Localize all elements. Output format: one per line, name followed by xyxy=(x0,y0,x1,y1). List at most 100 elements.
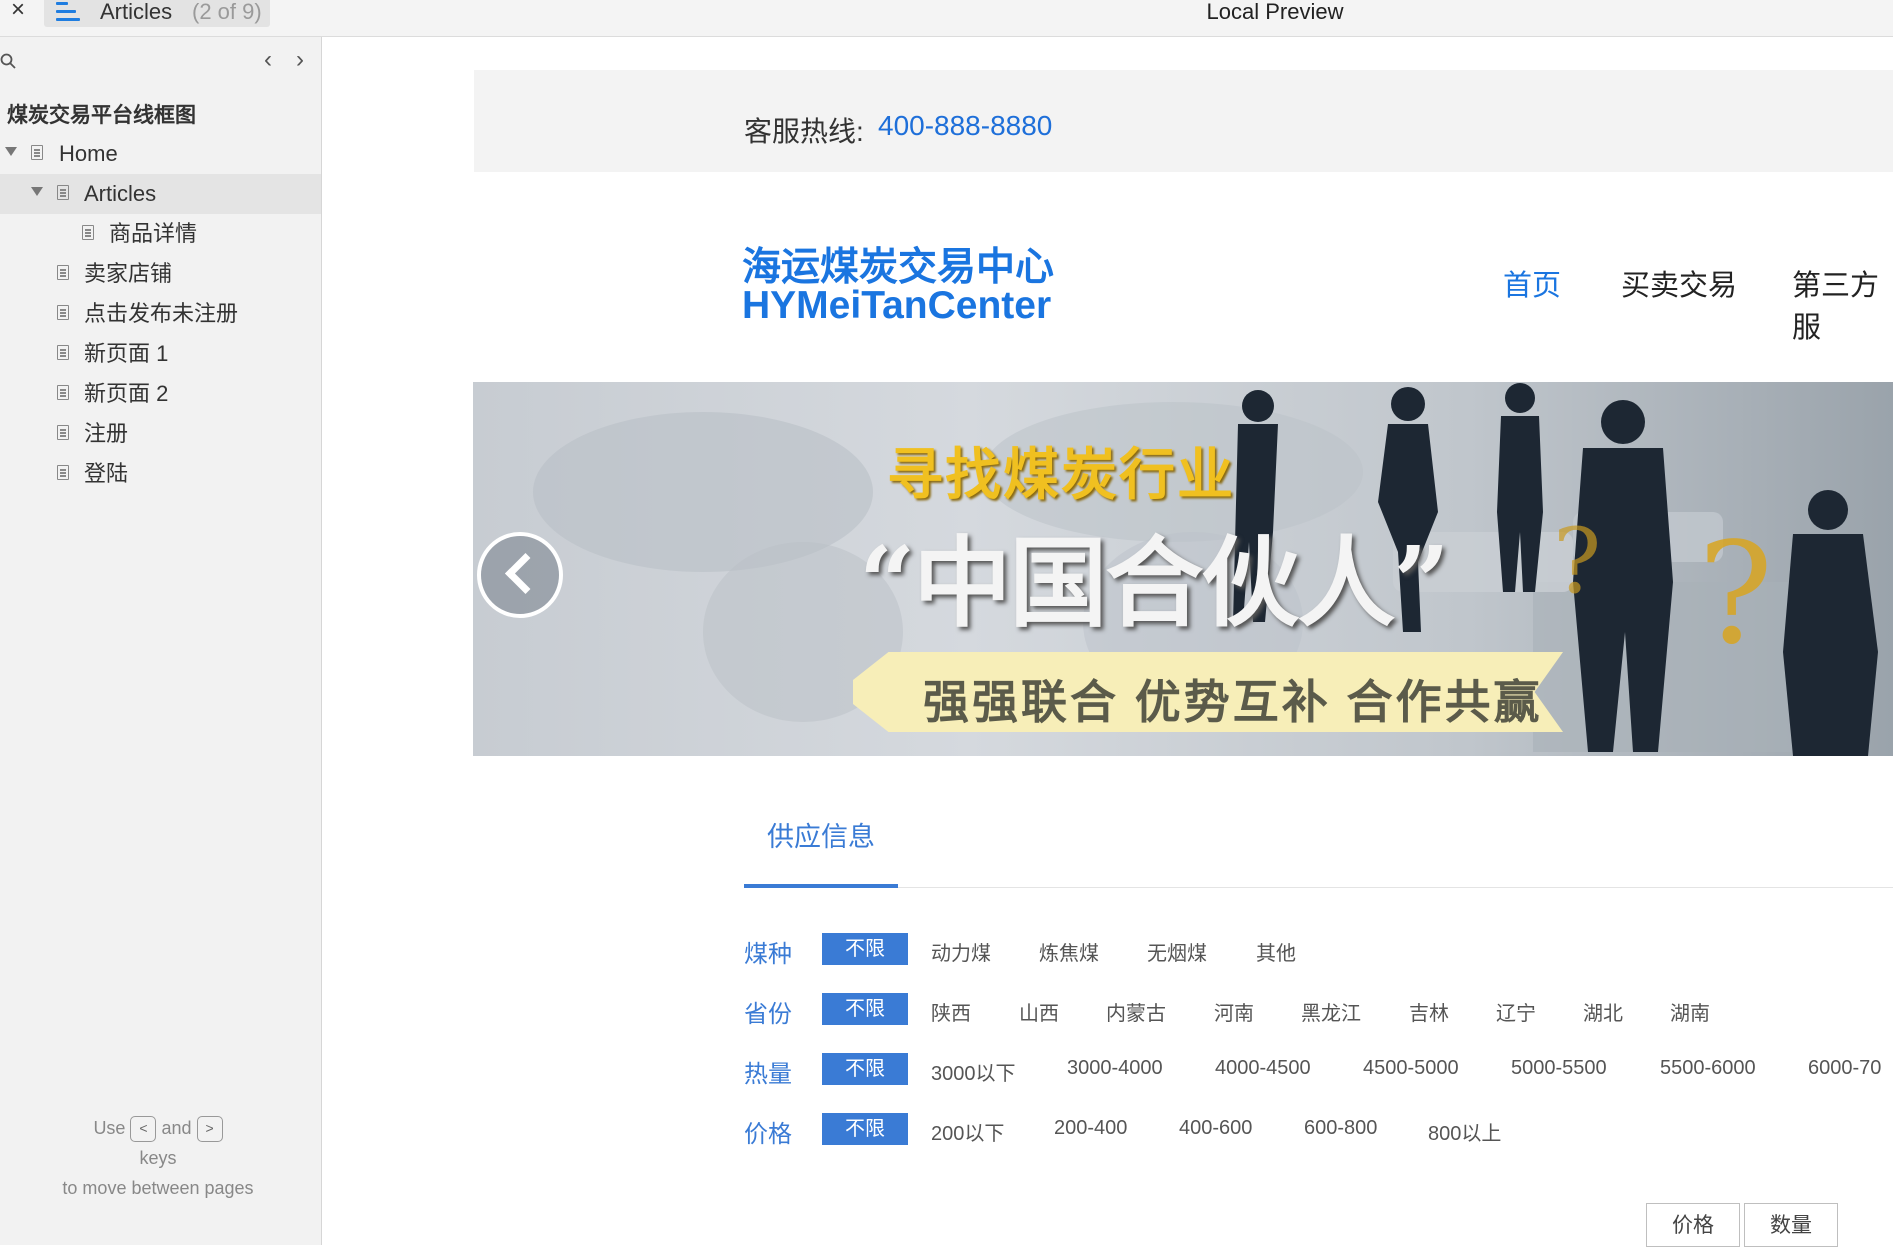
hotline-number[interactable]: 400-888-8880 xyxy=(878,110,1052,142)
banner-headline: 寻找煤炭行业 xyxy=(887,442,1235,508)
sort-by-quantity-button[interactable]: 数量 xyxy=(1744,1203,1838,1247)
filter-option[interactable]: 炼焦煤 xyxy=(1039,937,1099,966)
tree-item-publish-unregistered[interactable]: 点击发布未注册 xyxy=(0,294,321,334)
hotline-label: 客服热线: xyxy=(744,116,864,147)
tab-supply-info[interactable]: 供应信息 xyxy=(767,815,875,854)
filter-option[interactable]: 湖北 xyxy=(1583,997,1623,1026)
svg-text:?: ? xyxy=(1553,509,1601,614)
filter-option[interactable]: 4500-5000 xyxy=(1363,1057,1459,1080)
filter-option[interactable]: 黑龙江 xyxy=(1301,997,1361,1026)
tab-count: (2 of 9) xyxy=(192,0,262,24)
page-icon xyxy=(57,385,69,400)
brand-name-en[interactable]: HYMeiTanCenter xyxy=(742,284,1051,328)
filter-label: 价格 xyxy=(744,1121,792,1148)
left-key-icon: < xyxy=(130,1116,157,1143)
filter-option[interactable]: 4000-4500 xyxy=(1215,1057,1311,1080)
page-icon xyxy=(57,305,69,320)
hint-rest-text: to move between pages xyxy=(62,1178,254,1198)
filter-option[interactable]: 陕西 xyxy=(931,997,971,1026)
filter-all-button[interactable]: 不限 xyxy=(822,1113,908,1145)
filter-row-price: 价格 不限 200以下 200-400 400-600 600-800 800以… xyxy=(744,1113,1893,1148)
page-icon xyxy=(57,265,69,280)
filter-option[interactable]: 山西 xyxy=(1019,997,1059,1026)
filter-option[interactable]: 800以上 xyxy=(1428,1117,1501,1146)
sidebar: ‹ › 煤炭交易平台线框图 Home Articles 商品详情 卖家店铺 点击… xyxy=(0,37,322,1245)
tree-item-new-page-2[interactable]: 新页面 2 xyxy=(0,374,321,414)
filter-all-button[interactable]: 不限 xyxy=(822,1053,908,1085)
filter-row-coal-type: 煤种 不限 动力煤 炼焦煤 无烟煤 其他 xyxy=(744,933,1893,968)
page-icon xyxy=(31,145,43,160)
page-icon xyxy=(82,225,94,240)
tree-item-product-detail[interactable]: 商品详情 xyxy=(0,214,321,254)
page-tab[interactable]: Articles (2 of 9) xyxy=(44,0,270,27)
page-icon xyxy=(57,345,69,360)
tree-item-home[interactable]: Home xyxy=(0,134,321,174)
tree-item-label: Articles xyxy=(84,181,157,206)
tree-item-seller-shop[interactable]: 卖家店铺 xyxy=(0,254,321,294)
window-title: Local Preview xyxy=(1206,0,1344,24)
tree-item-register[interactable]: 注册 xyxy=(0,414,321,454)
page-icon xyxy=(57,425,69,440)
filter-option[interactable]: 5000-5500 xyxy=(1511,1057,1607,1080)
close-icon[interactable]: × xyxy=(6,0,30,24)
hint-keys-text: keys xyxy=(139,1148,177,1168)
filter-option[interactable]: 200以下 xyxy=(931,1117,1004,1146)
filter-option[interactable]: 200-400 xyxy=(1054,1117,1127,1140)
filter-option[interactable]: 动力煤 xyxy=(931,937,991,966)
filter-option[interactable]: 吉林 xyxy=(1409,997,1449,1026)
svg-text:?: ? xyxy=(1698,513,1773,676)
filter-option[interactable]: 无烟煤 xyxy=(1147,937,1207,966)
filter-option[interactable]: 6000-70 xyxy=(1808,1057,1881,1080)
chevron-left-icon xyxy=(504,552,547,595)
project-title: 煤炭交易平台线框图 xyxy=(7,104,196,127)
filter-option[interactable]: 其他 xyxy=(1256,937,1296,966)
caret-down-icon[interactable] xyxy=(31,187,43,196)
hero-banner[interactable]: ? ? 寻找煤炭行业 “中国合伙人” 强强联合 优势互补 合作共赢 xyxy=(473,382,1893,756)
page-icon xyxy=(57,465,69,480)
tab-title: Articles xyxy=(100,0,173,24)
menu-icon[interactable] xyxy=(56,2,80,24)
tree-item-new-page-1[interactable]: 新页面 1 xyxy=(0,334,321,374)
tree-item-articles[interactable]: Articles xyxy=(0,174,321,214)
filter-label: 煤种 xyxy=(744,941,792,968)
search-icon[interactable] xyxy=(0,53,18,71)
tree-item-label: 注册 xyxy=(84,421,129,446)
nav-home[interactable]: 首页 xyxy=(1503,262,1561,304)
tree-item-label: 新页面 2 xyxy=(84,381,169,406)
tree-item-label: 登陆 xyxy=(84,461,129,486)
nav-trade[interactable]: 买卖交易 xyxy=(1621,262,1737,304)
tree-item-label: 点击发布未注册 xyxy=(84,301,239,326)
filter-option[interactable]: 湖南 xyxy=(1670,997,1710,1026)
tree-item-label: 新页面 1 xyxy=(84,341,169,366)
filter-option[interactable]: 3000-4000 xyxy=(1067,1057,1163,1080)
filter-option[interactable]: 400-600 xyxy=(1179,1117,1252,1140)
filter-option[interactable]: 5500-6000 xyxy=(1660,1057,1756,1080)
hint-use-text: Use xyxy=(93,1118,126,1138)
filter-option[interactable]: 辽宁 xyxy=(1496,997,1536,1026)
filter-all-button[interactable]: 不限 xyxy=(822,933,908,965)
filter-row-calorific: 热量 不限 3000以下 3000-4000 4000-4500 4500-50… xyxy=(744,1053,1893,1088)
tree-item-login[interactable]: 登陆 xyxy=(0,454,321,494)
caret-down-icon[interactable] xyxy=(5,147,17,156)
banner-prev-button[interactable] xyxy=(477,532,563,618)
filter-all-button[interactable]: 不限 xyxy=(822,993,908,1025)
nav-third-party[interactable]: 第三方服 xyxy=(1792,262,1893,346)
tree-item-label: Home xyxy=(59,141,118,166)
sort-by-price-button[interactable]: 价格 xyxy=(1646,1203,1740,1247)
next-page-arrow-icon[interactable]: › xyxy=(288,47,312,73)
hotline-bar: 客服热线: 400-888-8880 xyxy=(474,70,1893,172)
page-icon xyxy=(57,185,69,200)
prev-page-arrow-icon[interactable]: ‹ xyxy=(256,47,280,73)
keyboard-hint: Use < and > keys to move between pages xyxy=(58,1113,258,1203)
hint-and-text: and xyxy=(161,1118,192,1138)
filter-option[interactable]: 600-800 xyxy=(1304,1117,1377,1140)
filter-option[interactable]: 内蒙古 xyxy=(1106,997,1166,1026)
section-divider xyxy=(744,887,1893,888)
right-key-icon: > xyxy=(196,1116,223,1143)
filter-option[interactable]: 河南 xyxy=(1214,997,1254,1026)
tree-item-label: 卖家店铺 xyxy=(84,261,173,286)
banner-slogan: 强强联合 优势互补 合作共赢 xyxy=(923,676,1543,728)
filter-label: 热量 xyxy=(744,1061,792,1088)
filter-label: 省份 xyxy=(744,1001,792,1028)
filter-option[interactable]: 3000以下 xyxy=(931,1057,1016,1086)
